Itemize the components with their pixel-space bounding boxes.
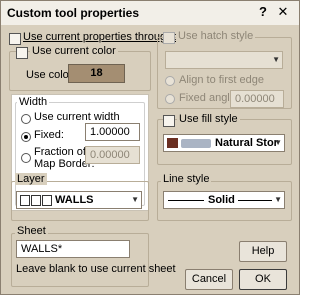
align-first-edge-radio[interactable] [165,76,175,86]
ok-button[interactable]: OK [239,269,287,290]
line-preview-left [168,200,204,201]
fixed-angle-radio[interactable] [165,94,175,104]
hatch-style-dropdown[interactable]: ▼ [165,51,283,69]
fixed-angle-input[interactable]: 0.00000 [230,90,284,108]
title-bar: Custom tool properties ? ✕ [1,1,299,25]
use-current-width-label[interactable]: Use current width [34,111,120,123]
fixed-width-radio[interactable] [21,132,31,142]
color-swatch-button[interactable]: 18 [68,64,125,83]
use-hatch-style-label[interactable]: Use hatch style [176,30,256,42]
chevron-down-icon: ▼ [274,195,282,204]
use-hatch-style-checkbox[interactable] [163,32,175,44]
sheet-input[interactable]: WALLS* [16,240,130,258]
fill-style-value: Natural Stor [215,137,278,149]
fraction-of-label[interactable]: Fraction of [34,146,86,158]
fixed-width-label[interactable]: Fixed: [34,129,64,141]
layer-lock-icon [31,195,41,206]
close-icon[interactable]: ✕ [275,5,291,19]
fill-preview-icon [181,139,211,148]
fill-swatch [167,138,178,148]
layer-color-icon [42,195,52,206]
use-fill-style-label[interactable]: Use fill style [177,113,240,125]
layer-dropdown[interactable]: WALLS ▼ [16,191,142,209]
use-fill-style-checkbox[interactable] [163,115,175,127]
line-style-legend: Line style [161,173,212,185]
help-button[interactable]: Help [239,241,287,262]
custom-tool-properties-dialog: Custom tool properties ? ✕ Use current p… [0,0,300,295]
layer-visible-icon [20,195,30,206]
use-current-width-radio[interactable] [21,114,31,124]
use-current-color-checkbox[interactable] [16,47,28,59]
layer-value: WALLS [55,194,94,206]
chevron-down-icon: ▼ [274,138,282,147]
layer-legend: Layer [15,173,47,185]
line-style-dropdown[interactable]: Solid ▼ [163,191,285,209]
align-first-edge-label[interactable]: Align to first edge [179,74,264,86]
cancel-button[interactable]: Cancel [185,269,233,290]
line-preview-right [238,200,272,201]
chevron-down-icon: ▼ [272,55,280,64]
dialog-title: Custom tool properties [7,6,140,20]
use-current-throughout-checkbox[interactable] [9,33,21,45]
help-icon[interactable]: ? [255,5,271,19]
color-value: 18 [90,67,103,79]
fill-style-dropdown[interactable]: Natural Stor ▼ [163,134,285,152]
width-legend: Width [17,96,50,108]
chevron-down-icon: ▼ [131,195,139,204]
use-current-color-label[interactable]: Use current color [30,45,118,57]
fixed-width-input[interactable]: 1.00000 [85,123,140,141]
sheet-legend: Sheet [15,225,48,237]
fraction-value-input[interactable]: 0.00000 [85,146,140,164]
fraction-of-map-border-radio[interactable] [21,153,31,163]
sheet-hint: Leave blank to use current sheet [16,263,176,275]
line-style-value: Solid [208,194,235,206]
